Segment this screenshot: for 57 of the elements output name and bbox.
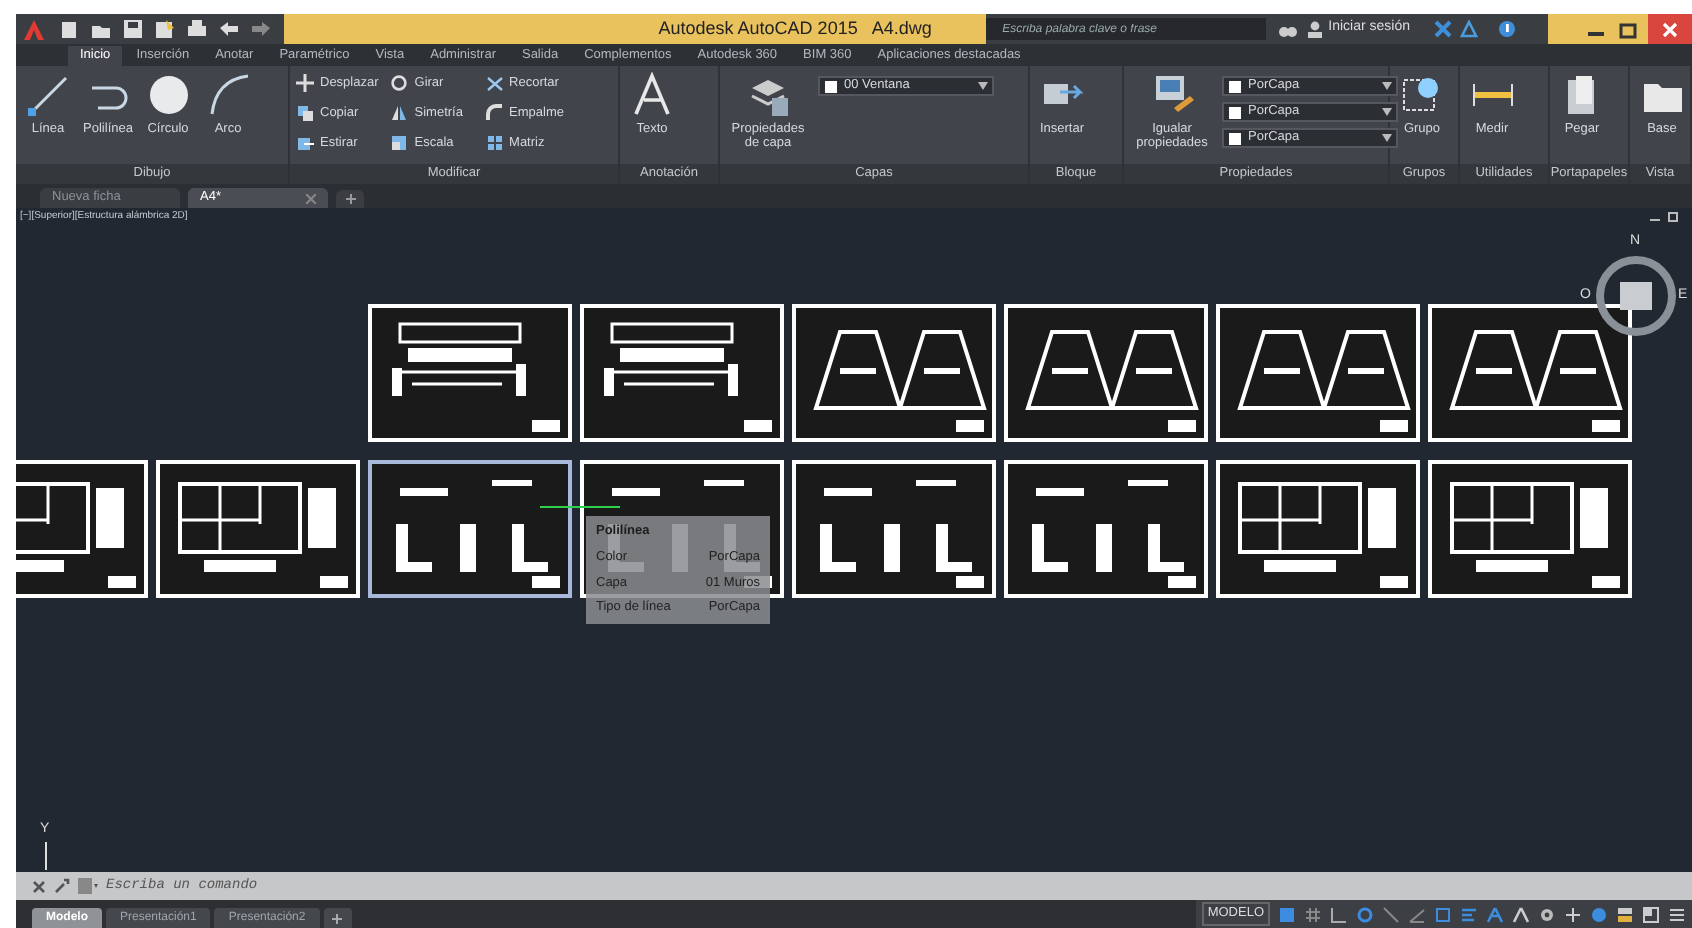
bars-icon[interactable] <box>1460 905 1478 923</box>
angle-icon[interactable] <box>1330 905 1348 923</box>
letter-a-icon <box>629 72 675 118</box>
viewcube-ring-icon[interactable] <box>1592 252 1680 340</box>
window-icon[interactable] <box>1642 905 1660 923</box>
square-icon[interactable] <box>1278 905 1296 923</box>
arc-icon <box>205 72 251 118</box>
save-icon[interactable] <box>122 18 144 40</box>
caret-icon <box>1382 134 1392 142</box>
scissors-icon <box>485 74 504 93</box>
save-as-icon[interactable] <box>154 18 176 40</box>
restore-icon[interactable] <box>1668 212 1680 222</box>
caret-icon <box>978 82 988 90</box>
square-outline-icon[interactable] <box>1434 905 1452 923</box>
redo-icon[interactable] <box>250 18 272 40</box>
menu-icon[interactable] <box>1668 905 1686 923</box>
circle-icon <box>145 72 191 118</box>
caret-icon <box>1382 108 1392 116</box>
globe-icon[interactable] <box>1590 905 1608 923</box>
scale-icon <box>390 133 409 152</box>
line-icon <box>25 72 71 118</box>
user-icon[interactable] <box>1306 20 1325 38</box>
gear-icon[interactable] <box>1538 905 1556 923</box>
mirror-triangle-icon <box>390 104 409 123</box>
grip-line <box>540 504 620 510</box>
plus-icon[interactable] <box>1564 905 1582 923</box>
rotate-icon <box>390 74 409 93</box>
diagonal-line-icon[interactable] <box>1382 905 1400 923</box>
new-tab-button[interactable] <box>336 190 364 208</box>
plus-icon <box>332 913 343 923</box>
wrench-icon[interactable] <box>54 878 70 894</box>
command-icon[interactable] <box>78 878 98 894</box>
new-layout-button[interactable] <box>323 908 352 928</box>
swatch-icon <box>1228 105 1242 119</box>
undo-icon[interactable] <box>218 18 240 40</box>
array-icon <box>485 133 504 152</box>
circle-icon[interactable] <box>1356 905 1374 923</box>
window-title: Autodesk AutoCAD 2015 A4.dwg <box>658 15 932 42</box>
triangle-icon[interactable] <box>1460 20 1478 38</box>
swatch-icon <box>1228 131 1242 145</box>
help-icon[interactable] <box>1498 20 1516 38</box>
caret-icon <box>1382 82 1392 90</box>
maximize-icon[interactable] <box>1616 19 1640 39</box>
angle-icon[interactable] <box>1408 905 1426 923</box>
printer-icon[interactable] <box>186 18 208 40</box>
stretch-icon <box>296 133 314 152</box>
stack-icon[interactable] <box>1616 905 1634 923</box>
close-icon[interactable] <box>32 879 46 893</box>
grid-icon[interactable] <box>1304 905 1322 923</box>
move-arrows-icon <box>296 74 314 93</box>
ucs-axis-icon <box>42 842 50 870</box>
plus-icon <box>345 194 355 204</box>
new-file-icon[interactable] <box>58 18 80 40</box>
fillet-icon <box>485 104 504 123</box>
swatch-icon <box>1228 79 1242 93</box>
swatch-icon <box>824 79 838 93</box>
copy-icon <box>296 104 314 123</box>
